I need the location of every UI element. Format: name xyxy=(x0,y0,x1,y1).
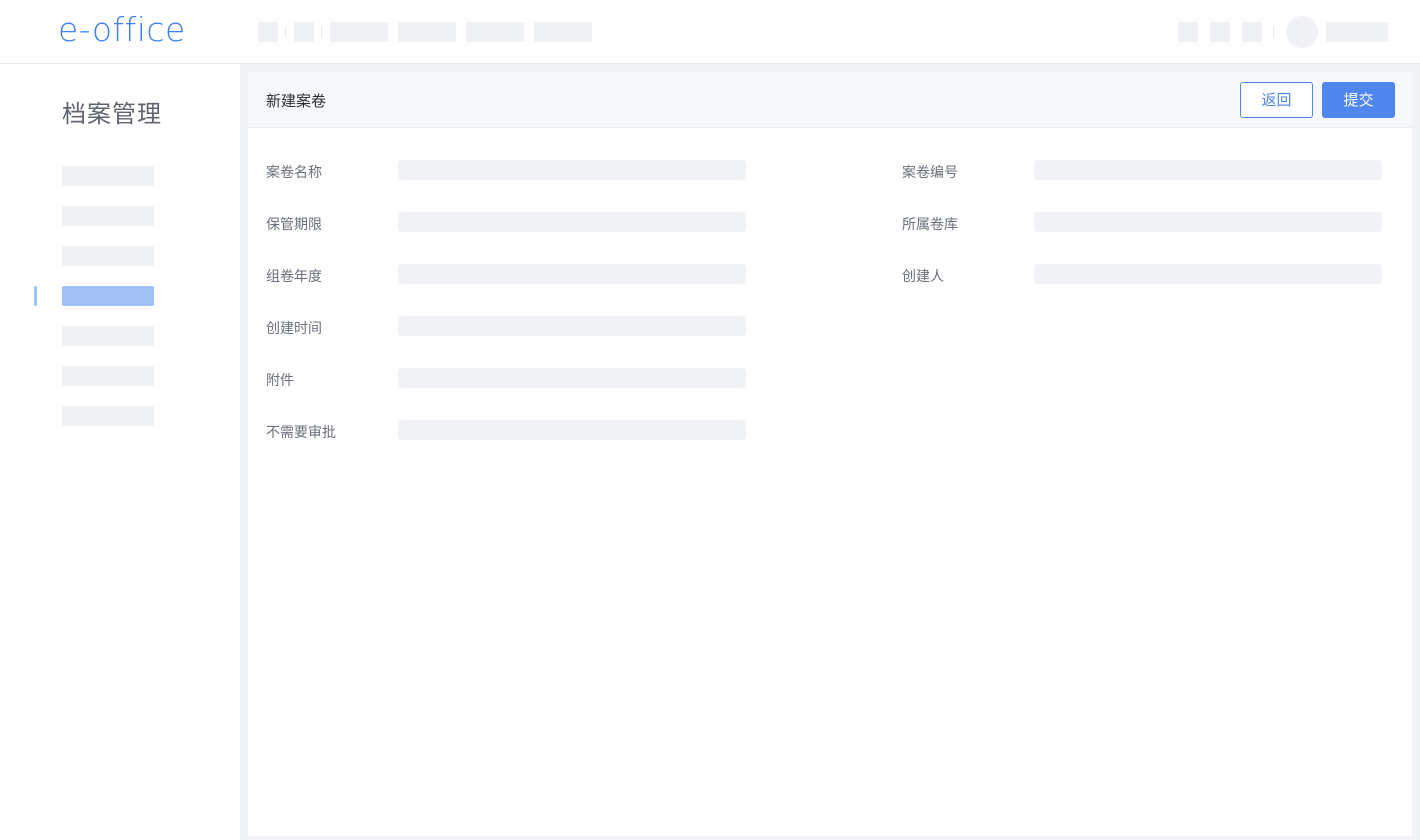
creator-label: 创建人 xyxy=(902,269,944,285)
volume-year-input[interactable] xyxy=(398,264,746,284)
toolbar-icon-1[interactable] xyxy=(1178,22,1198,42)
created-time-label: 创建时间 xyxy=(266,321,322,337)
top-bar: e-office xyxy=(0,0,1420,64)
top-nav-tab-4[interactable] xyxy=(534,22,592,42)
created-time-input[interactable] xyxy=(398,316,746,336)
retention-period-input[interactable] xyxy=(398,212,746,232)
toolbar-icon-2[interactable] xyxy=(1210,22,1230,42)
retention-period-label: 保管期限 xyxy=(266,217,322,233)
no-approval-input[interactable] xyxy=(398,420,746,440)
archive-library-input[interactable] xyxy=(1034,212,1382,232)
top-nav-icon-2[interactable] xyxy=(294,22,314,42)
volume-number-input[interactable] xyxy=(1034,160,1382,180)
sidebar: 档案管理 xyxy=(0,64,240,840)
sidebar-item-7[interactable] xyxy=(62,406,154,426)
new-volume-card: 新建案卷 返回 提交 案卷名称 保管期限 组卷年度 创建时间 附件 不需要审批 … xyxy=(248,72,1412,836)
sidebar-item-1[interactable] xyxy=(62,166,154,186)
volume-name-label: 案卷名称 xyxy=(266,165,322,181)
sidebar-item-6[interactable] xyxy=(62,366,154,386)
archive-library-label: 所属卷库 xyxy=(902,217,958,233)
top-nav-divider xyxy=(285,26,286,38)
user-avatar[interactable] xyxy=(1286,16,1318,48)
sidebar-item-3[interactable] xyxy=(62,246,154,266)
sidebar-active-indicator xyxy=(34,286,37,306)
sidebar-item-5[interactable] xyxy=(62,326,154,346)
app-logo[interactable]: e-office xyxy=(58,10,186,49)
sidebar-item-4-active[interactable] xyxy=(62,286,154,306)
top-nav-tab-1[interactable] xyxy=(330,22,388,42)
attachment-label: 附件 xyxy=(266,373,294,389)
page-title: 新建案卷 xyxy=(266,92,327,110)
top-nav-tab-2[interactable] xyxy=(398,22,456,42)
sidebar-title: 档案管理 xyxy=(62,100,162,128)
toolbar-icon-3[interactable] xyxy=(1242,22,1262,42)
toolbar-divider xyxy=(1273,26,1274,38)
creator-input[interactable] xyxy=(1034,264,1382,284)
no-approval-label: 不需要审批 xyxy=(266,425,336,441)
volume-name-input[interactable] xyxy=(398,160,746,180)
sidebar-item-2[interactable] xyxy=(62,206,154,226)
back-button[interactable]: 返回 xyxy=(1240,82,1313,118)
top-nav-divider xyxy=(321,26,322,38)
attachment-input[interactable] xyxy=(398,368,746,388)
top-nav-icon-1[interactable] xyxy=(258,22,278,42)
volume-number-label: 案卷编号 xyxy=(902,165,958,181)
submit-button[interactable]: 提交 xyxy=(1322,82,1395,118)
top-nav-tab-3[interactable] xyxy=(466,22,524,42)
volume-year-label: 组卷年度 xyxy=(266,269,322,285)
card-header: 新建案卷 返回 提交 xyxy=(248,72,1412,128)
user-name-placeholder[interactable] xyxy=(1326,22,1388,42)
